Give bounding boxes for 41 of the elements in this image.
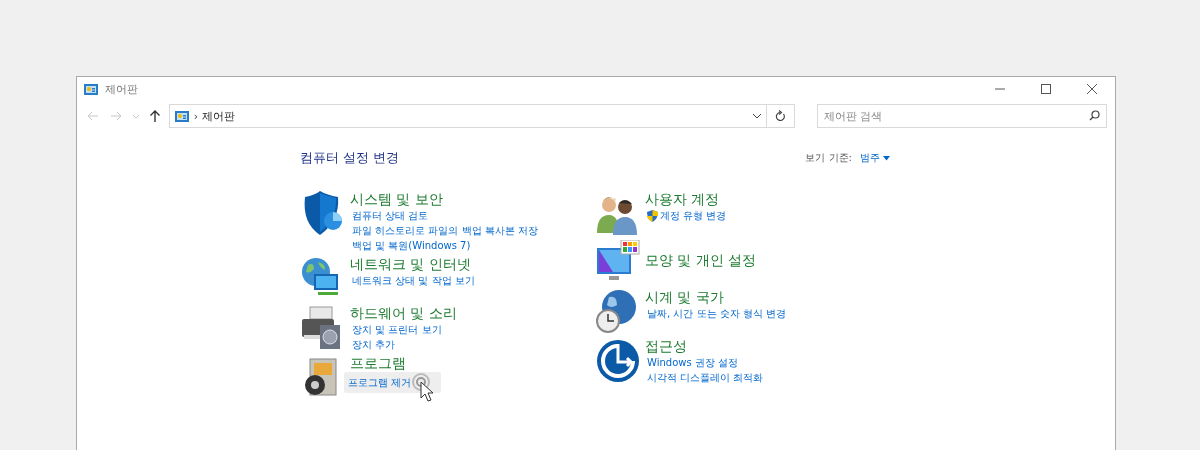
chevron-down-icon bbox=[131, 112, 140, 120]
category-link[interactable]: 하드웨어 및 소리 bbox=[350, 305, 457, 322]
task-link[interactable]: 백업 및 복원(Windows 7) bbox=[350, 238, 473, 253]
address-bar[interactable]: › 제어판 bbox=[168, 104, 768, 128]
uac-shield-icon bbox=[647, 209, 658, 222]
category-link[interactable]: 시스템 및 보안 bbox=[350, 191, 443, 208]
refresh-icon bbox=[774, 110, 787, 122]
window-title: 제어판 bbox=[105, 81, 139, 97]
task-link[interactable]: 계정 유형 변경 bbox=[645, 208, 729, 223]
search-icon bbox=[1089, 110, 1100, 121]
task-link[interactable]: 파일 히스토리로 파일의 백업 복사본 저장 bbox=[350, 223, 540, 238]
back-arrow-icon bbox=[86, 110, 99, 122]
category-link[interactable]: 프로그램 bbox=[350, 355, 406, 372]
caret-down-icon bbox=[883, 155, 890, 161]
search-field[interactable]: 제어판 검색 bbox=[816, 104, 1107, 128]
task-link[interactable]: 컴퓨터 상태 검토 bbox=[350, 208, 431, 223]
view-by-label: 보기 기준: bbox=[805, 151, 852, 165]
breadcrumb-separator: › bbox=[193, 109, 199, 123]
up-arrow-icon bbox=[149, 110, 161, 122]
task-link[interactable]: Windows 권장 설정 bbox=[645, 355, 740, 370]
task-link[interactable]: 네트워크 상태 및 작업 보기 bbox=[350, 273, 477, 288]
view-by-dropdown[interactable]: 범주 bbox=[860, 151, 890, 165]
task-link[interactable]: 시각적 디스플레이 최적화 bbox=[645, 370, 766, 385]
refresh-button[interactable] bbox=[767, 104, 795, 128]
category-link[interactable]: 접근성 bbox=[645, 338, 687, 355]
task-link[interactable]: 장치 추가 bbox=[350, 337, 398, 352]
close-icon bbox=[1087, 84, 1097, 94]
page-heading: 컴퓨터 설정 변경 bbox=[300, 149, 400, 167]
control-panel-icon bbox=[83, 81, 99, 97]
forward-arrow-icon bbox=[110, 110, 123, 122]
task-link[interactable]: 날짜, 시간 또는 숫자 형식 변경 bbox=[645, 306, 789, 321]
chevron-down-icon bbox=[752, 112, 763, 120]
accessibility-icon[interactable] bbox=[595, 338, 641, 384]
maximize-icon bbox=[1041, 84, 1051, 94]
breadcrumb-item[interactable]: 제어판 bbox=[202, 108, 236, 124]
category-link[interactable]: 모양 및 개인 설정 bbox=[645, 252, 756, 269]
category-link[interactable]: 사용자 계정 bbox=[645, 191, 720, 208]
category-link[interactable]: 시계 및 국가 bbox=[645, 289, 724, 306]
category-link[interactable]: 네트워크 및 인터넷 bbox=[350, 256, 471, 273]
control-panel-icon bbox=[173, 108, 190, 124]
task-link[interactable]: 장치 및 프린터 보기 bbox=[350, 322, 444, 337]
